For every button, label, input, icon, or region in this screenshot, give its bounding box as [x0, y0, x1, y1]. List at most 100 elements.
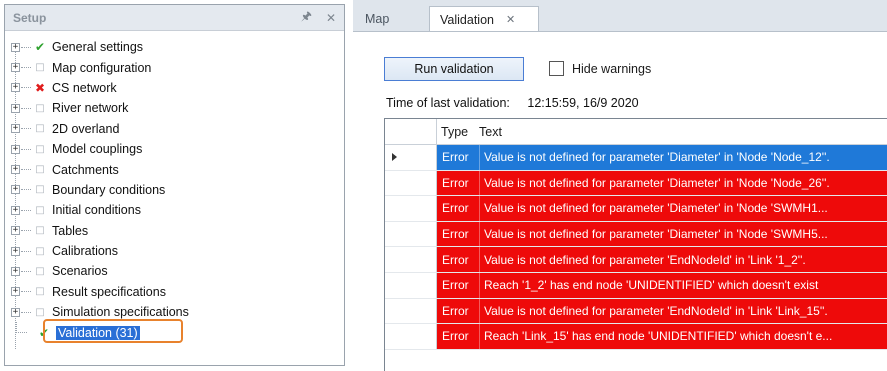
- tree-item[interactable]: + □ 2D overland: [5, 119, 344, 139]
- tree-item-label: 2D overland: [52, 121, 120, 136]
- type-cell[interactable]: Error: [437, 247, 479, 272]
- tree-item[interactable]: + □ Result specifications: [5, 282, 344, 302]
- expand-icon[interactable]: +: [11, 42, 20, 52]
- empty-status-icon: □: [35, 265, 45, 277]
- expand-icon[interactable]: +: [11, 103, 20, 113]
- text-cell[interactable]: Value is not defined for parameter 'EndN…: [479, 298, 887, 324]
- tree-item[interactable]: + □ River network: [5, 98, 344, 118]
- table-row[interactable]: Error Value is not defined for parameter …: [385, 221, 887, 248]
- close-icon[interactable]: ✕: [506, 13, 515, 26]
- tree-item[interactable]: + □ Catchments: [5, 159, 344, 179]
- tree-item-label: Catchments: [52, 162, 119, 177]
- run-validation-button[interactable]: Run validation: [384, 57, 524, 81]
- expand-icon[interactable]: +: [11, 246, 20, 256]
- tree-item[interactable]: + □ Initial conditions: [5, 200, 344, 220]
- tree-item[interactable]: + ✔ General settings: [5, 37, 344, 57]
- hide-warnings-option[interactable]: Hide warnings: [549, 61, 651, 76]
- type-cell[interactable]: Error: [437, 272, 479, 298]
- expand-icon[interactable]: +: [11, 185, 20, 195]
- row-selector[interactable]: [385, 298, 437, 324]
- text-cell[interactable]: Value is not defined for parameter 'Diam…: [479, 221, 887, 247]
- row-selector[interactable]: [385, 221, 437, 247]
- expand-icon[interactable]: +: [11, 205, 20, 215]
- tree-item-label: Tables: [52, 223, 89, 238]
- table-row[interactable]: Error Reach 'Link_15' has end node 'UNIDE…: [385, 324, 887, 350]
- empty-status-icon: □: [35, 123, 45, 135]
- tree-connector: [21, 209, 31, 211]
- tree-item-label: Map configuration: [52, 60, 152, 75]
- hide-warnings-checkbox[interactable]: [549, 61, 564, 76]
- empty-status-icon: □: [35, 306, 45, 318]
- row-selector[interactable]: [385, 324, 437, 349]
- row-selector-header: [385, 119, 437, 144]
- type-cell[interactable]: Error: [437, 170, 479, 196]
- row-selector[interactable]: [385, 145, 437, 170]
- type-cell[interactable]: Error: [437, 324, 479, 349]
- tree-connector: [21, 87, 31, 89]
- tree-item-label: Simulation specifications: [52, 305, 189, 320]
- tree-connector: [21, 311, 31, 313]
- tree-item[interactable]: + □ Map configuration: [5, 57, 344, 77]
- tree-item[interactable]: + □ Tables: [5, 221, 344, 241]
- tree-item-label: Initial conditions: [52, 203, 141, 218]
- tree-item-label: Scenarios: [52, 264, 108, 279]
- table-row[interactable]: Error Value is not defined for parameter …: [385, 196, 887, 222]
- tree-item-validation[interactable]: ✔ Validation (31): [5, 319, 344, 344]
- tree-item[interactable]: + □ Calibrations: [5, 241, 344, 261]
- tree-item-label: Model couplings: [52, 142, 143, 157]
- tree-connector: [21, 169, 31, 171]
- table-row[interactable]: Error Value is not defined for parameter …: [385, 170, 887, 197]
- expand-icon[interactable]: +: [11, 83, 20, 93]
- expand-icon[interactable]: +: [11, 144, 20, 154]
- error-cross-icon: ✖: [34, 80, 46, 95]
- expand-icon[interactable]: +: [11, 287, 20, 297]
- text-cell[interactable]: Value is not defined for parameter 'Diam…: [479, 196, 887, 221]
- column-header-text[interactable]: Text: [479, 119, 887, 144]
- tree-connector: [21, 128, 31, 130]
- tree-connector: [21, 270, 31, 272]
- expand-icon[interactable]: +: [11, 63, 20, 73]
- expand-icon[interactable]: +: [11, 124, 20, 134]
- text-cell[interactable]: Value is not defined for parameter 'Diam…: [479, 145, 887, 170]
- current-row-icon: [392, 153, 397, 161]
- expand-icon[interactable]: +: [11, 165, 20, 175]
- tab-map[interactable]: Map: [355, 6, 421, 32]
- row-selector[interactable]: [385, 196, 437, 221]
- text-cell[interactable]: Reach 'Link_15' has end node 'UNIDENTIFI…: [479, 324, 887, 349]
- tree-connector: [21, 250, 31, 252]
- type-cell[interactable]: Error: [437, 298, 479, 324]
- table-row[interactable]: Error Value is not defined for parameter …: [385, 145, 887, 171]
- type-cell[interactable]: Error: [437, 196, 479, 221]
- expand-icon[interactable]: +: [11, 307, 20, 317]
- tree-item-label: Calibrations: [52, 244, 119, 259]
- text-cell[interactable]: Value is not defined for parameter 'Diam…: [479, 170, 887, 196]
- tab-validation[interactable]: Validation ✕: [429, 6, 539, 32]
- tree-item[interactable]: + □ Boundary conditions: [5, 180, 344, 200]
- tree-item[interactable]: + ✖ CS network: [5, 78, 344, 98]
- row-selector[interactable]: [385, 272, 437, 298]
- row-selector[interactable]: [385, 170, 437, 196]
- setup-title: Setup: [13, 10, 47, 25]
- row-selector[interactable]: [385, 247, 437, 272]
- tree-item[interactable]: + □ Scenarios: [5, 261, 344, 281]
- text-cell[interactable]: Reach '1_2' has end node 'UNIDENTIFIED' …: [479, 272, 887, 298]
- text-cell[interactable]: Value is not defined for parameter 'EndN…: [479, 247, 887, 272]
- highlight-box: [43, 319, 183, 344]
- type-cell[interactable]: Error: [437, 145, 479, 170]
- expand-icon[interactable]: +: [11, 226, 20, 236]
- tree-item-label: Result specifications: [52, 284, 166, 299]
- empty-status-icon: □: [35, 62, 45, 74]
- type-cell[interactable]: Error: [437, 221, 479, 247]
- last-validation-time: Time of last validation: 12:15:59, 16/9 …: [386, 96, 639, 110]
- column-header-type[interactable]: Type: [437, 119, 479, 144]
- close-icon[interactable]: ✕: [326, 11, 336, 25]
- expand-icon[interactable]: +: [11, 266, 20, 276]
- table-row[interactable]: Error Value is not defined for parameter …: [385, 298, 887, 325]
- tree-connector: [21, 67, 31, 69]
- tree-item[interactable]: + □ Model couplings: [5, 139, 344, 159]
- tree-item-label: General settings: [52, 40, 144, 55]
- table-row[interactable]: Error Reach '1_2' has end node 'UNIDENTIF…: [385, 272, 887, 299]
- table-row[interactable]: Error Value is not defined for parameter …: [385, 247, 887, 273]
- pin-icon[interactable]: 🖈︎: [301, 7, 312, 28]
- setup-panel: Setup 🖈︎ ✕ + ✔ General settings + □ Map confi…: [4, 4, 345, 366]
